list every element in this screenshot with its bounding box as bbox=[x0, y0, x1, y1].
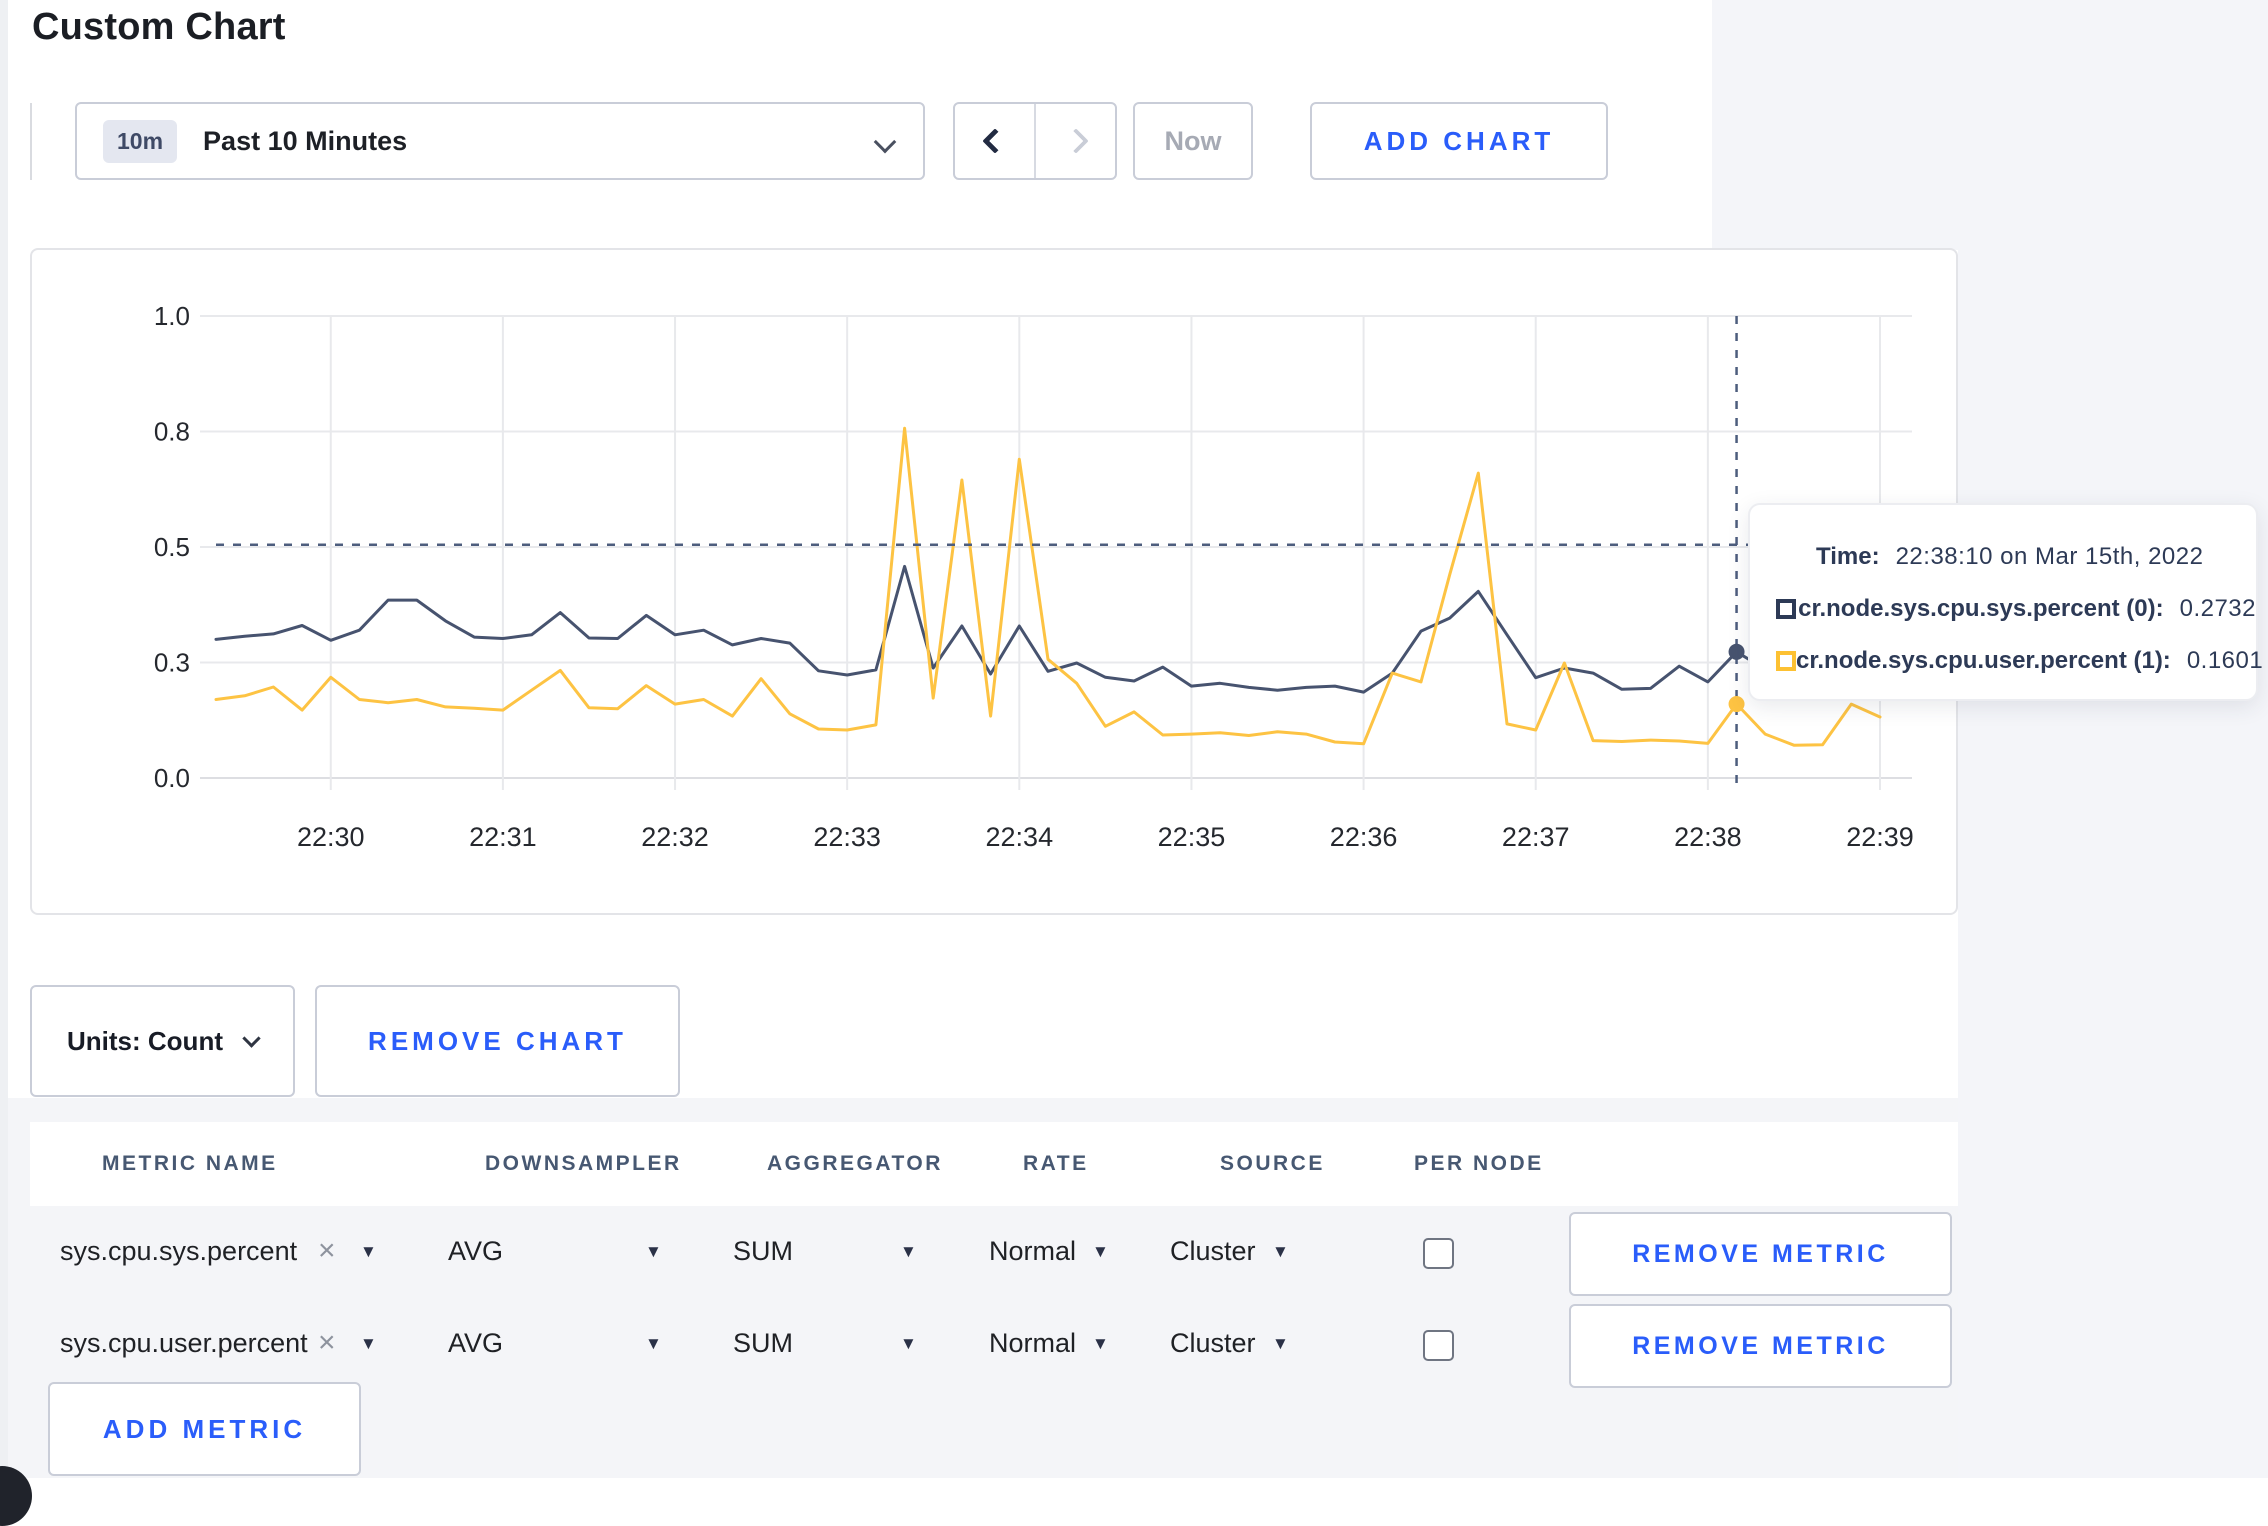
col-header-aggregator: AGGREGATOR bbox=[767, 1152, 943, 1175]
col-header-per-node: PER NODE bbox=[1414, 1152, 1544, 1175]
add-metric-button[interactable]: ADD METRIC bbox=[48, 1382, 361, 1476]
tooltip-series-label: cr.node.sys.cpu.sys.percent (0): bbox=[1798, 595, 2164, 622]
rate-select[interactable]: Normal bbox=[989, 1236, 1076, 1267]
chart-tooltip: Time: 22:38:10 on Mar 15th, 2022 cr.node… bbox=[1748, 503, 2263, 701]
source-select[interactable]: Cluster bbox=[1170, 1328, 1256, 1359]
next-range-button[interactable] bbox=[1036, 104, 1115, 178]
col-header-metric-name: METRIC NAME bbox=[102, 1152, 278, 1175]
clear-metric-icon[interactable]: × bbox=[318, 1234, 336, 1268]
add-chart-button[interactable]: ADD CHART bbox=[1310, 102, 1608, 180]
dropdown-caret-icon[interactable]: ▼ bbox=[360, 1334, 377, 1354]
tooltip-time-row: Time: 22:38:10 on Mar 15th, 2022 bbox=[1776, 535, 2256, 579]
metric-row: sys.cpu.sys.percent × ▼ AVG ▼ SUM ▼ Norm… bbox=[0, 1212, 1958, 1296]
dropdown-caret-icon[interactable]: ▼ bbox=[1272, 1242, 1289, 1262]
tooltip-time-value: 22:38:10 on Mar 15th, 2022 bbox=[1895, 543, 2204, 570]
metric-row: sys.cpu.user.percent × ▼ AVG ▼ SUM ▼ Nor… bbox=[0, 1304, 1958, 1388]
col-header-source: SOURCE bbox=[1220, 1152, 1325, 1175]
time-range-badge: 10m bbox=[103, 119, 178, 163]
downsampler-select[interactable]: AVG bbox=[448, 1236, 503, 1267]
background-panel bbox=[1712, 0, 2268, 250]
tooltip-series-row: cr.node.sys.cpu.user.percent (1): 0.1601 bbox=[1776, 639, 2263, 683]
remove-metric-button[interactable]: REMOVE METRIC bbox=[1569, 1304, 1952, 1388]
toolbar-divider bbox=[30, 103, 32, 180]
tooltip-time-label: Time: bbox=[1816, 543, 1880, 570]
dropdown-caret-icon[interactable]: ▼ bbox=[1092, 1242, 1109, 1262]
user-series-swatch-icon bbox=[1776, 651, 1796, 671]
dropdown-caret-icon[interactable]: ▼ bbox=[360, 1242, 377, 1262]
per-node-checkbox[interactable] bbox=[1423, 1330, 1454, 1361]
col-header-downsampler: DOWNSAMPLER bbox=[485, 1152, 682, 1175]
tooltip-series-row: cr.node.sys.cpu.sys.percent (0): 0.2732 bbox=[1776, 587, 2256, 631]
dropdown-caret-icon[interactable]: ▼ bbox=[900, 1334, 917, 1354]
metric-name-select[interactable]: sys.cpu.sys.percent bbox=[60, 1236, 297, 1267]
background-panel bbox=[1958, 250, 2268, 1478]
chart-card bbox=[30, 248, 1958, 915]
remove-metric-button[interactable]: REMOVE METRIC bbox=[1569, 1212, 1952, 1296]
time-pager bbox=[953, 102, 1117, 180]
sys-series-swatch-icon bbox=[1776, 599, 1796, 619]
per-node-checkbox[interactable] bbox=[1423, 1238, 1454, 1269]
metrics-table-header: METRIC NAME DOWNSAMPLER AGGREGATOR RATE … bbox=[30, 1122, 1958, 1206]
dropdown-caret-icon[interactable]: ▼ bbox=[1272, 1334, 1289, 1354]
clear-metric-icon[interactable]: × bbox=[318, 1326, 336, 1360]
chevron-down-icon bbox=[242, 1028, 261, 1048]
chevron-down-icon bbox=[873, 130, 897, 154]
tooltip-series-label: cr.node.sys.cpu.user.percent (1): bbox=[1796, 647, 2171, 674]
now-button[interactable]: Now bbox=[1133, 102, 1253, 180]
time-range-label: Past 10 Minutes bbox=[203, 125, 408, 156]
remove-chart-button[interactable]: REMOVE CHART bbox=[315, 985, 680, 1097]
time-range-dropdown[interactable]: 10m Past 10 Minutes bbox=[75, 102, 925, 180]
tooltip-series-value: 0.1601 bbox=[2186, 647, 2264, 674]
source-select[interactable]: Cluster bbox=[1170, 1236, 1256, 1267]
rate-select[interactable]: Normal bbox=[989, 1328, 1076, 1359]
downsampler-select[interactable]: AVG bbox=[448, 1328, 503, 1359]
page-title: Custom Chart bbox=[32, 6, 286, 48]
dropdown-caret-icon[interactable]: ▼ bbox=[1092, 1334, 1109, 1354]
metric-name-select[interactable]: sys.cpu.user.percent bbox=[60, 1328, 308, 1359]
chevron-left-icon bbox=[981, 128, 1008, 154]
units-dropdown[interactable]: Units: Count bbox=[30, 985, 295, 1097]
col-header-rate: RATE bbox=[1023, 1152, 1089, 1175]
tooltip-series-value: 0.2732 bbox=[2179, 595, 2256, 622]
aggregator-select[interactable]: SUM bbox=[733, 1328, 793, 1359]
dropdown-caret-icon[interactable]: ▼ bbox=[900, 1242, 917, 1262]
dropdown-caret-icon[interactable]: ▼ bbox=[645, 1334, 662, 1354]
prev-range-button[interactable] bbox=[955, 104, 1036, 178]
units-label: Units: Count bbox=[67, 1025, 223, 1056]
chevron-right-icon bbox=[1062, 128, 1089, 154]
dropdown-caret-icon[interactable]: ▼ bbox=[645, 1242, 662, 1262]
aggregator-select[interactable]: SUM bbox=[733, 1236, 793, 1267]
